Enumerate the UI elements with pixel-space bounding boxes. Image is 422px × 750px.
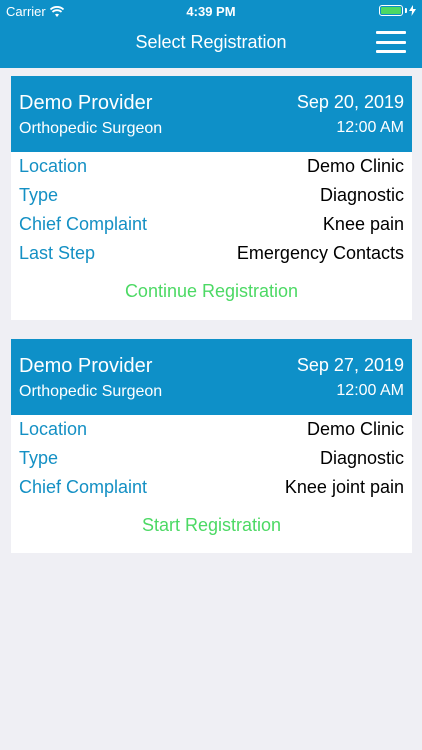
detail-row-type: Type Diagnostic xyxy=(11,181,412,210)
detail-row-chief-complaint: Chief Complaint Knee pain xyxy=(11,210,412,239)
detail-value: Diagnostic xyxy=(319,185,404,205)
start-registration-button[interactable]: Start Registration xyxy=(11,515,412,536)
detail-value: Knee pain xyxy=(322,214,404,234)
detail-value: Demo Clinic xyxy=(306,156,404,176)
battery-icon xyxy=(379,5,403,16)
charging-bolt-icon xyxy=(409,5,416,16)
detail-label: Last Step xyxy=(19,243,96,263)
appointment-date: Sep 27, 2019 xyxy=(296,355,404,375)
detail-label: Type xyxy=(19,448,59,468)
status-bar: Carrier 4:39 PM xyxy=(0,0,422,22)
detail-value: Emergency Contacts xyxy=(236,243,404,263)
registration-card[interactable]: Demo Provider Orthopedic Surgeon Sep 27,… xyxy=(11,339,412,553)
detail-row-type: Type Diagnostic xyxy=(11,444,412,473)
hamburger-menu-icon[interactable] xyxy=(376,31,406,53)
page-title: Select Registration xyxy=(135,32,287,52)
card-header: Demo Provider Orthopedic Surgeon Sep 20,… xyxy=(11,76,412,152)
detail-row-location: Location Demo Clinic xyxy=(11,152,412,181)
navigation-bar: Carrier 4:39 PM Select Registration xyxy=(0,0,422,68)
battery-indicator xyxy=(379,5,416,16)
provider-specialty: Orthopedic Surgeon xyxy=(19,120,163,137)
detail-value: Knee joint pain xyxy=(284,477,404,497)
status-time: 4:39 PM xyxy=(186,4,236,19)
registration-card[interactable]: Demo Provider Orthopedic Surgeon Sep 20,… xyxy=(11,76,412,320)
provider-name: Demo Provider xyxy=(19,355,153,377)
detail-value: Demo Clinic xyxy=(306,419,404,439)
provider-specialty: Orthopedic Surgeon xyxy=(19,383,163,400)
appointment-time: 12:00 AM xyxy=(336,119,404,136)
continue-registration-button[interactable]: Continue Registration xyxy=(11,281,412,302)
detail-label: Location xyxy=(19,419,88,439)
appointment-time: 12:00 AM xyxy=(336,382,404,399)
card-header: Demo Provider Orthopedic Surgeon Sep 27,… xyxy=(11,339,412,415)
appointment-date: Sep 20, 2019 xyxy=(296,92,404,112)
detail-row-chief-complaint: Chief Complaint Knee joint pain xyxy=(11,473,412,502)
detail-row-location: Location Demo Clinic xyxy=(11,415,412,444)
detail-label: Chief Complaint xyxy=(19,477,148,497)
detail-label: Location xyxy=(19,156,88,176)
detail-label: Chief Complaint xyxy=(19,214,148,234)
detail-value: Diagnostic xyxy=(319,448,404,468)
detail-row-last-step: Last Step Emergency Contacts xyxy=(11,239,412,268)
provider-name: Demo Provider xyxy=(19,92,153,114)
detail-label: Type xyxy=(19,185,59,205)
